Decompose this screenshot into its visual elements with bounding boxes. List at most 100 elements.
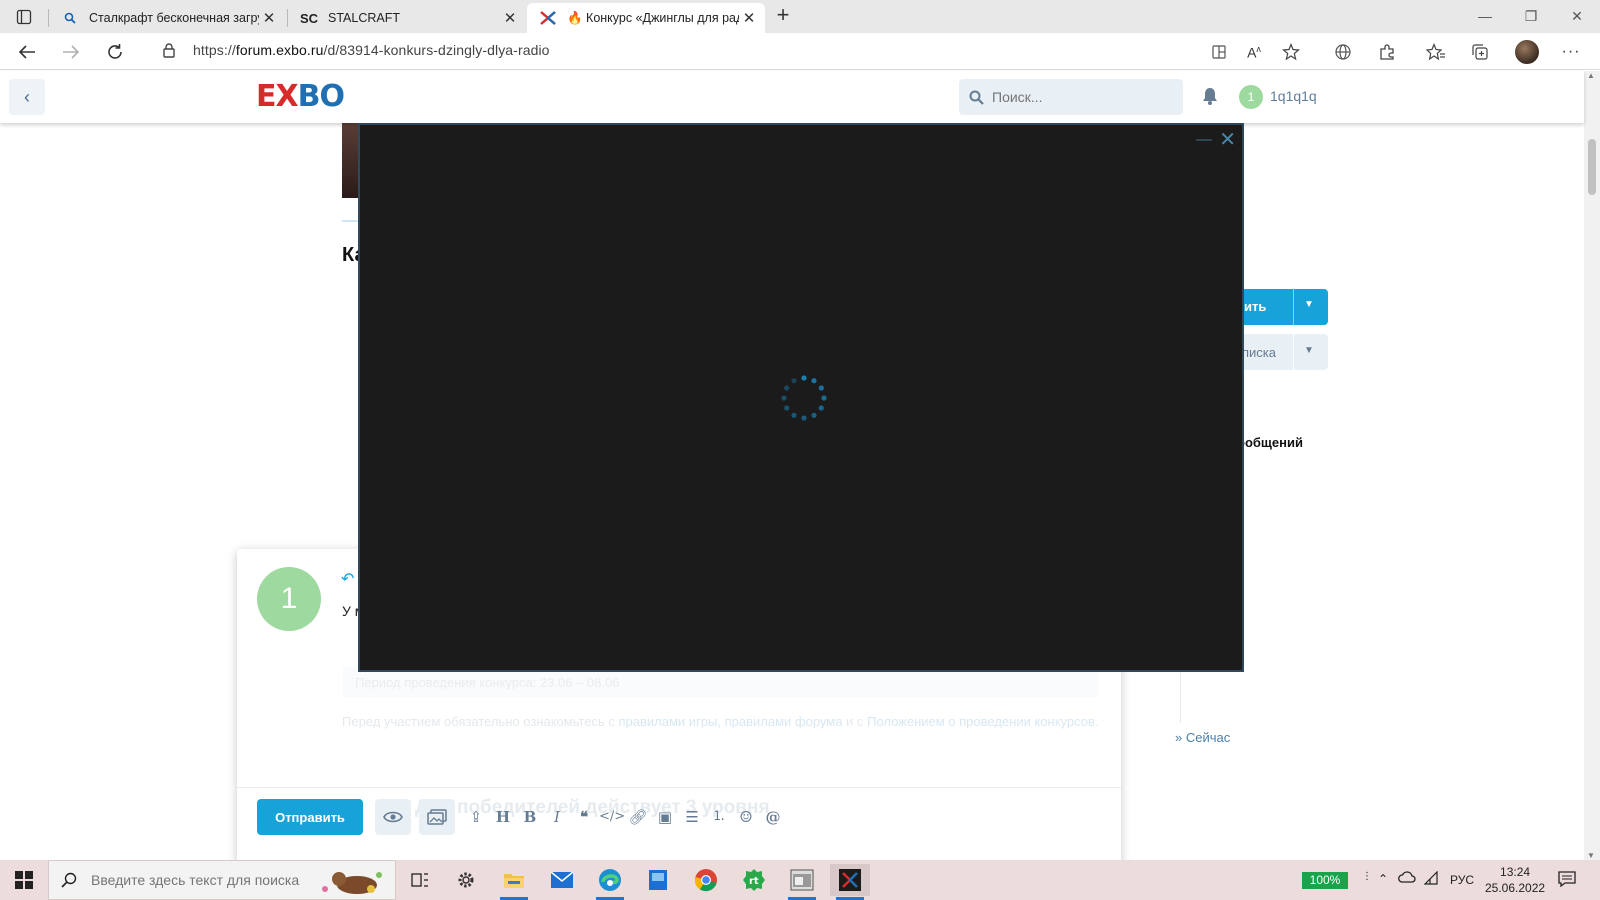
logo-e: E xyxy=(256,79,276,114)
forum-search-input[interactable] xyxy=(992,89,1162,105)
contest-rules-link[interactable]: Положением о проведении конкурсов xyxy=(867,714,1095,729)
close-tab-icon[interactable]: ✕ xyxy=(259,9,279,27)
forum-header: ‹ EXBO 1 1q1q1q xyxy=(0,71,1584,123)
send-button[interactable]: Отправить xyxy=(257,799,363,835)
task-view-button[interactable] xyxy=(400,864,440,896)
browser-essentials-button[interactable] xyxy=(1328,37,1358,67)
read-aloud-icon: Aʌ xyxy=(1247,43,1261,61)
italic-format-icon[interactable]: I xyxy=(545,805,569,829)
new-tab-button[interactable]: + xyxy=(770,3,796,29)
taskbar-search[interactable] xyxy=(48,860,396,900)
header-format-icon[interactable]: H xyxy=(491,805,515,829)
forum-back-button[interactable]: ‹ xyxy=(9,79,45,115)
image-format-icon[interactable]: ▣ xyxy=(653,805,677,829)
user-avatar[interactable]: 1 xyxy=(1239,85,1263,109)
quote-format-icon[interactable]: ❝ xyxy=(572,805,596,829)
network-icon[interactable] xyxy=(1423,870,1440,888)
chevron-up-icon[interactable]: ⌃ xyxy=(1378,872,1388,886)
taskbar-exbo-launcher[interactable] xyxy=(830,864,870,900)
username-link[interactable]: 1q1q1q xyxy=(1270,88,1317,104)
close-tab-icon[interactable]: ✕ xyxy=(500,9,520,27)
preview-button[interactable] xyxy=(375,799,411,835)
loading-spinner-icon xyxy=(781,375,827,421)
browser-toolbar: https://forum.exbo.ru/d/83914-konkurs-dz… xyxy=(0,33,1600,70)
exbo-icon xyxy=(539,10,557,26)
tab-stalcraft[interactable]: SC STALCRAFT ✕ xyxy=(288,3,526,33)
taskbar-file-explorer[interactable] xyxy=(494,864,534,900)
double-chevron-down-icon: » xyxy=(1175,730,1183,745)
taskbar-launcher-app[interactable] xyxy=(782,864,822,900)
reply-arrow-icon: ↶ xyxy=(341,571,355,588)
tab-actions-button[interactable] xyxy=(8,5,40,29)
read-aloud-button[interactable]: Aʌ xyxy=(1239,37,1269,67)
scroll-thumb[interactable] xyxy=(1588,139,1596,195)
taskbar-edge[interactable] xyxy=(590,864,630,900)
battery-indicator[interactable]: 100% xyxy=(1302,872,1348,889)
close-icon[interactable]: ✕ xyxy=(1219,127,1236,152)
forum-search[interactable] xyxy=(959,79,1183,115)
address-bar[interactable]: https://forum.exbo.ru/d/83914-konkurs-dz… xyxy=(193,42,550,58)
app-available-button[interactable] xyxy=(1204,37,1234,67)
emoji-icon[interactable]: ☺ xyxy=(734,805,758,829)
composer-avatar: 1 xyxy=(257,567,321,631)
loading-modal: — ✕ xyxy=(358,123,1244,672)
logo-x: X xyxy=(275,79,299,114)
caret-down-icon[interactable]: ▼ xyxy=(1304,345,1314,356)
mention-icon[interactable]: @ xyxy=(761,805,785,829)
scrubber-now-link[interactable]: » Сейчас xyxy=(1175,730,1230,745)
add-favorite-button[interactable] xyxy=(1276,37,1306,67)
taskbar-rutracker[interactable]: rt xyxy=(734,864,774,896)
tab-title: 🔥 Конкурс «Джинглы для ради xyxy=(567,10,739,25)
collections-button[interactable] xyxy=(1465,37,1495,67)
quoted-text: Перед участием обязательно ознакомьтесь … xyxy=(342,714,619,729)
bullet-list-icon[interactable]: ☰ xyxy=(680,805,704,829)
tab-search[interactable]: Сталкрафт бесконечная загрузк ✕ xyxy=(49,3,285,33)
start-button[interactable] xyxy=(0,860,48,900)
tab-contest[interactable]: 🔥 Конкурс «Джинглы для ради ✕ xyxy=(527,3,765,33)
language-indicator[interactable]: РУС xyxy=(1450,873,1474,887)
scroll-up-icon[interactable]: ▲ xyxy=(1587,71,1595,80)
close-tab-icon[interactable]: ✕ xyxy=(739,9,759,27)
notification-center-icon[interactable] xyxy=(1558,870,1576,891)
favorites-button[interactable] xyxy=(1421,37,1451,67)
taskbar-settings[interactable] xyxy=(446,864,486,896)
refresh-button[interactable] xyxy=(100,37,130,67)
url-path: /d/83914-konkurs-dzingly-dlya-radio xyxy=(323,42,550,58)
profile-avatar[interactable] xyxy=(1515,40,1539,64)
page-scrollbar[interactable]: ▲ ▼ xyxy=(1584,71,1600,860)
bold-format-icon[interactable]: B xyxy=(518,805,542,829)
folder-icon xyxy=(504,874,524,888)
caret-down-icon[interactable]: ▼ xyxy=(1304,299,1314,310)
minimize-window-button[interactable]: — xyxy=(1462,0,1508,33)
numbered-list-icon[interactable]: ⒈ xyxy=(707,805,731,829)
lock-icon[interactable] xyxy=(162,42,176,63)
divider xyxy=(1293,289,1294,325)
restore-window-button[interactable]: ❐ xyxy=(1508,0,1554,33)
upload-file-icon[interactable]: ⇪ xyxy=(464,805,488,829)
divider xyxy=(237,787,1121,788)
back-button[interactable] xyxy=(12,37,42,67)
rules-link[interactable]: правилами игры, правилами форума xyxy=(619,714,843,729)
scroll-down-icon[interactable]: ▼ xyxy=(1587,851,1595,860)
exbo-launcher-icon xyxy=(839,869,861,891)
taskbar-clock[interactable]: 13:24 25.06.2022 xyxy=(1485,864,1545,896)
tray-separator: ⋮ xyxy=(1362,871,1372,882)
taskbar-chrome[interactable] xyxy=(686,864,726,896)
code-format-icon[interactable]: </> xyxy=(599,805,625,829)
onedrive-cloud-icon[interactable] xyxy=(1398,870,1416,887)
taskbar-search-input[interactable] xyxy=(91,872,321,888)
notifications-bell-icon[interactable] xyxy=(1202,87,1218,110)
close-window-button[interactable]: ✕ xyxy=(1554,0,1600,33)
taskbar-store-app[interactable] xyxy=(638,864,678,896)
extensions-button[interactable] xyxy=(1372,37,1402,67)
exbo-logo[interactable]: EXBO xyxy=(256,79,345,114)
image-gallery-button[interactable] xyxy=(419,799,455,835)
taskbar-mail[interactable] xyxy=(542,864,582,896)
images-icon xyxy=(427,809,447,825)
forward-button[interactable] xyxy=(56,37,86,67)
subscription-button-label: писка xyxy=(1242,345,1277,360)
link-format-icon[interactable]: 🔗︎ xyxy=(626,805,650,829)
settings-menu-button[interactable]: ··· xyxy=(1556,37,1586,67)
minimize-icon[interactable]: — xyxy=(1196,131,1212,149)
chrome-icon xyxy=(694,869,717,892)
